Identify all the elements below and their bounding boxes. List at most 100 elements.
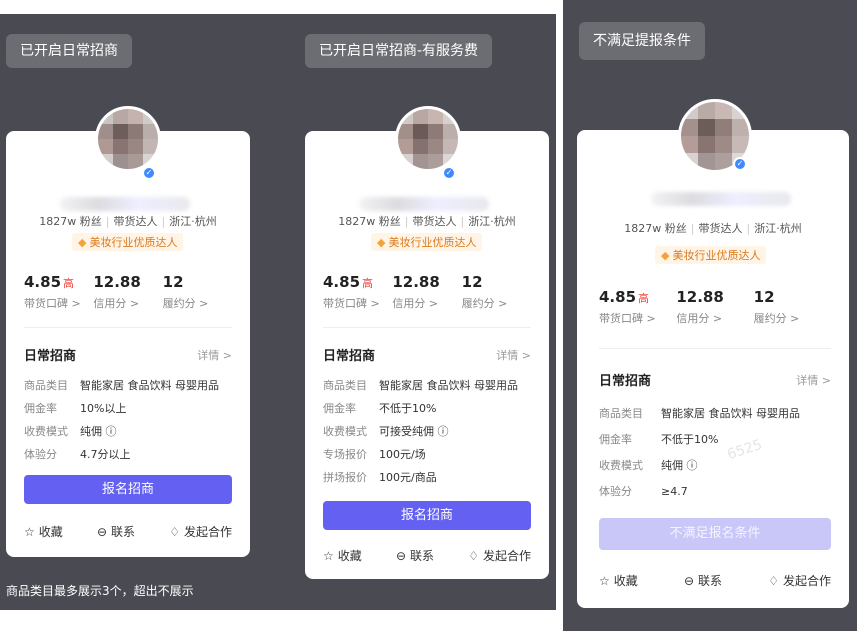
- section-title: 日常招商: [599, 374, 652, 389]
- stat-value: 4.85: [323, 273, 361, 291]
- stat-label: 履约分 >: [461, 297, 508, 310]
- influencer-meta: 1827w 粉丝 | 带货达人 | 浙江·杭州: [39, 215, 217, 228]
- handshake-icon: ♢: [169, 525, 180, 539]
- apply-button[interactable]: 报名招商: [323, 501, 531, 530]
- favorite-button[interactable]: ☆ 收藏: [599, 572, 638, 589]
- avatar[interactable]: [395, 106, 461, 172]
- info-row: 收费模式 可接受纯佣 ⓘ: [323, 424, 449, 438]
- stat-fulfillment[interactable]: 12 履约分 >: [462, 273, 531, 311]
- influencer-card[interactable]: 1827w 粉丝 | 带货达人 | 浙江·杭州 ◆ 美妆行业优质达人 4.85 高 带货口碑…: [6, 131, 250, 557]
- cooperate-button[interactable]: ♢ 发起合作: [468, 547, 531, 564]
- verified-check-icon: ✓: [442, 166, 456, 180]
- stat-credit[interactable]: 12.88 信用分 >: [93, 273, 162, 311]
- gem-icon: ◆: [377, 236, 386, 249]
- stats-row: 4.85 高 带货口碑 > 12.88 信用分 > 12 履约分 >: [24, 273, 232, 311]
- stat-label: 履约分 >: [162, 297, 209, 310]
- footnote: 商品类目最多展示3个，超出不展示: [6, 584, 194, 598]
- stat-value: 4.85: [24, 273, 62, 291]
- badge-label: 美妆行业优质达人: [388, 236, 477, 249]
- recruit-info-list: 商品类目 智能家居 食品饮料 母婴用品 佣金率 10%以上 收费模式 纯佣 ⓘ 体验分…: [24, 373, 240, 465]
- badge-label: 美妆行业优质达人: [89, 236, 178, 249]
- stat-credit[interactable]: 12.88 信用分 >: [676, 288, 753, 326]
- verified-check-icon: ✓: [733, 157, 747, 171]
- stat-high-flag: 高: [63, 277, 75, 290]
- stat-label: 履约分 >: [753, 312, 800, 325]
- influencer-card[interactable]: 1827w 粉丝 | 带货达人 | 浙江·杭州 ◆ 美妆行业优质达人 4.85 高 带货口碑…: [305, 131, 549, 579]
- stat-fulfillment[interactable]: 12 履约分 >: [163, 273, 232, 311]
- detail-link[interactable]: 详情 >: [197, 347, 232, 363]
- influencer-card[interactable]: 1827w 粉丝 | 带货达人 | 浙江·杭州 ◆ 美妆行业优质达人 4.85 高 带货口碑…: [577, 130, 849, 608]
- apply-button[interactable]: 报名招商: [24, 475, 232, 504]
- favorite-button[interactable]: ☆ 收藏: [24, 523, 63, 540]
- quality-badge: ◆ 美妆行业优质达人: [371, 233, 483, 251]
- stat-label: 信用分 >: [676, 312, 723, 325]
- info-row: 收费模式 纯佣 ⓘ: [599, 459, 698, 472]
- detail-link[interactable]: 详情 >: [796, 372, 831, 388]
- stat-reputation[interactable]: 4.85 高 带货口碑 >: [599, 288, 676, 326]
- info-row: 专场报价 100元/场: [323, 447, 426, 461]
- info-row: 拼场报价 100元/商品: [323, 470, 437, 484]
- stat-label: 带货口碑 >: [323, 297, 380, 310]
- stat-value: 12: [162, 273, 184, 291]
- divider: [323, 327, 531, 328]
- fans-count: 1827w 粉丝: [338, 215, 401, 228]
- avatar[interactable]: [95, 106, 161, 172]
- favorite-button[interactable]: ☆ 收藏: [323, 547, 362, 564]
- apply-button-disabled[interactable]: 不满足报名条件: [599, 518, 831, 550]
- verified-check-icon: ✓: [142, 166, 156, 180]
- role-label: 带货达人: [113, 215, 158, 228]
- stat-high-flag: 高: [638, 292, 650, 305]
- gem-icon: ◆: [78, 236, 87, 249]
- status-tag: 已开启日常招商: [6, 34, 132, 68]
- stat-high-flag: 高: [362, 277, 374, 290]
- stat-label: 信用分 >: [392, 297, 439, 310]
- stat-value: 12: [461, 273, 483, 291]
- info-row: 体验分 4.7分以上: [24, 447, 131, 461]
- card-actions: ☆ 收藏 ⊖ 联系 ♢ 发起合作: [599, 572, 831, 589]
- card-actions: ☆ 收藏 ⊖ 联系 ♢ 发起合作: [323, 547, 531, 564]
- location-label: 浙江·杭州: [468, 215, 516, 228]
- contact-button[interactable]: ⊖ 联系: [684, 572, 722, 589]
- fans-count: 1827w 粉丝: [624, 222, 687, 235]
- chat-icon: ⊖: [683, 574, 695, 588]
- status-tag: 不满足提报条件: [579, 22, 705, 60]
- star-icon: ☆: [323, 549, 334, 563]
- influencer-name-redacted: [60, 197, 190, 211]
- badge-label: 美妆行业优质达人: [672, 249, 761, 262]
- role-label: 带货达人: [412, 215, 457, 228]
- location-label: 浙江·杭州: [754, 222, 802, 235]
- section-title: 日常招商: [24, 349, 77, 364]
- stat-value: 12.88: [392, 273, 440, 291]
- handshake-icon: ♢: [468, 549, 479, 563]
- stat-reputation[interactable]: 4.85 高 带货口碑 >: [323, 273, 392, 311]
- chat-icon: ⊖: [96, 525, 108, 539]
- quality-badge: ◆ 美妆行业优质达人: [655, 246, 767, 264]
- stat-value: 12: [753, 288, 775, 306]
- stat-value: 12.88: [93, 273, 141, 291]
- star-icon: ☆: [24, 525, 35, 539]
- panel-daily-recruiting-with-fee: 已开启日常招商-有服务费 1827w 粉丝 | 带货达人 | 浙江·杭州 ◆ 美妆行业优质…: [278, 14, 556, 610]
- chat-icon: ⊖: [395, 549, 407, 563]
- stat-reputation[interactable]: 4.85 高 带货口碑 >: [24, 273, 93, 311]
- info-row: 佣金率 10%以上: [24, 401, 127, 415]
- detail-link[interactable]: 详情 >: [496, 347, 531, 363]
- contact-button[interactable]: ⊖ 联系: [396, 547, 434, 564]
- info-row: 商品类目 智能家居 食品饮料 母婴用品: [24, 378, 219, 392]
- cooperate-button[interactable]: ♢ 发起合作: [169, 523, 232, 540]
- fans-count: 1827w 粉丝: [39, 215, 102, 228]
- info-row: 商品类目 智能家居 食品饮料 母婴用品: [323, 378, 518, 392]
- info-row: 体验分 ≥4.7: [599, 484, 688, 499]
- influencer-meta: 1827w 粉丝 | 带货达人 | 浙江·杭州: [624, 222, 802, 235]
- panel-daily-recruiting: 已开启日常招商 1827w 粉丝 | 带货达人 | 浙江·杭州 ◆ 美妆行业优质达人 4.…: [0, 14, 278, 610]
- contact-button[interactable]: ⊖ 联系: [97, 523, 135, 540]
- stat-fulfillment[interactable]: 12 履约分 >: [754, 288, 831, 326]
- cooperate-button[interactable]: ♢ 发起合作: [768, 572, 831, 589]
- quality-badge: ◆ 美妆行业优质达人: [72, 233, 184, 251]
- stat-value: 12.88: [676, 288, 724, 306]
- info-row: 商品类目 智能家居 食品饮料 母婴用品: [599, 407, 800, 420]
- stat-credit[interactable]: 12.88 信用分 >: [392, 273, 461, 311]
- star-icon: ☆: [599, 574, 610, 588]
- stat-label: 信用分 >: [93, 297, 140, 310]
- stat-label: 带货口碑 >: [24, 297, 81, 310]
- recruit-info-list: 商品类目 智能家居 食品饮料 母婴用品 佣金率 不低于10% 收费模式 可接受纯佣 ⓘ…: [323, 373, 539, 488]
